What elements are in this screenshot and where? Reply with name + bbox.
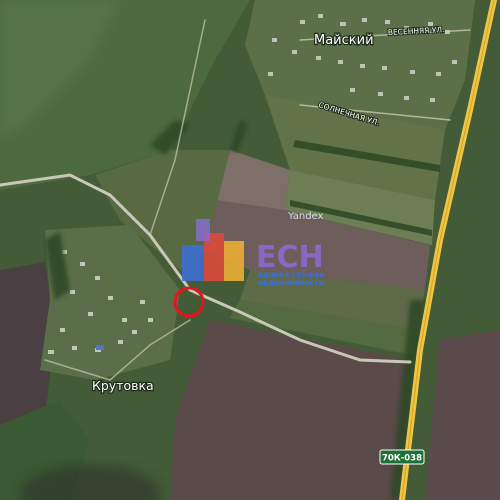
brand-logo-mark-purple <box>196 219 210 241</box>
highway-shield-label: 70К-038 <box>382 454 422 464</box>
brand-logo-line1: ЕДИНАЯ СЛУЖБА <box>258 271 325 279</box>
place-label-maisky: Майский <box>314 33 374 48</box>
brand-logo-letters: ЕСН <box>256 240 324 275</box>
brand-logo-mark-yellow <box>224 241 244 281</box>
highway-shield: 70К-038 <box>379 449 425 465</box>
place-label-krutovka: Крутовка <box>92 378 154 393</box>
brand-logo-line2: НЕДВИЖИМОСТИ <box>258 279 324 287</box>
brand-logo-mark-blue <box>182 245 204 281</box>
satellite-map[interactable]: ЕСН ЕДИНАЯ СЛУЖБА НЕДВИЖИМОСТИ Yandex Ма… <box>0 0 500 500</box>
blue-roof-building <box>96 345 104 350</box>
provider-watermark: Yandex <box>287 211 324 222</box>
